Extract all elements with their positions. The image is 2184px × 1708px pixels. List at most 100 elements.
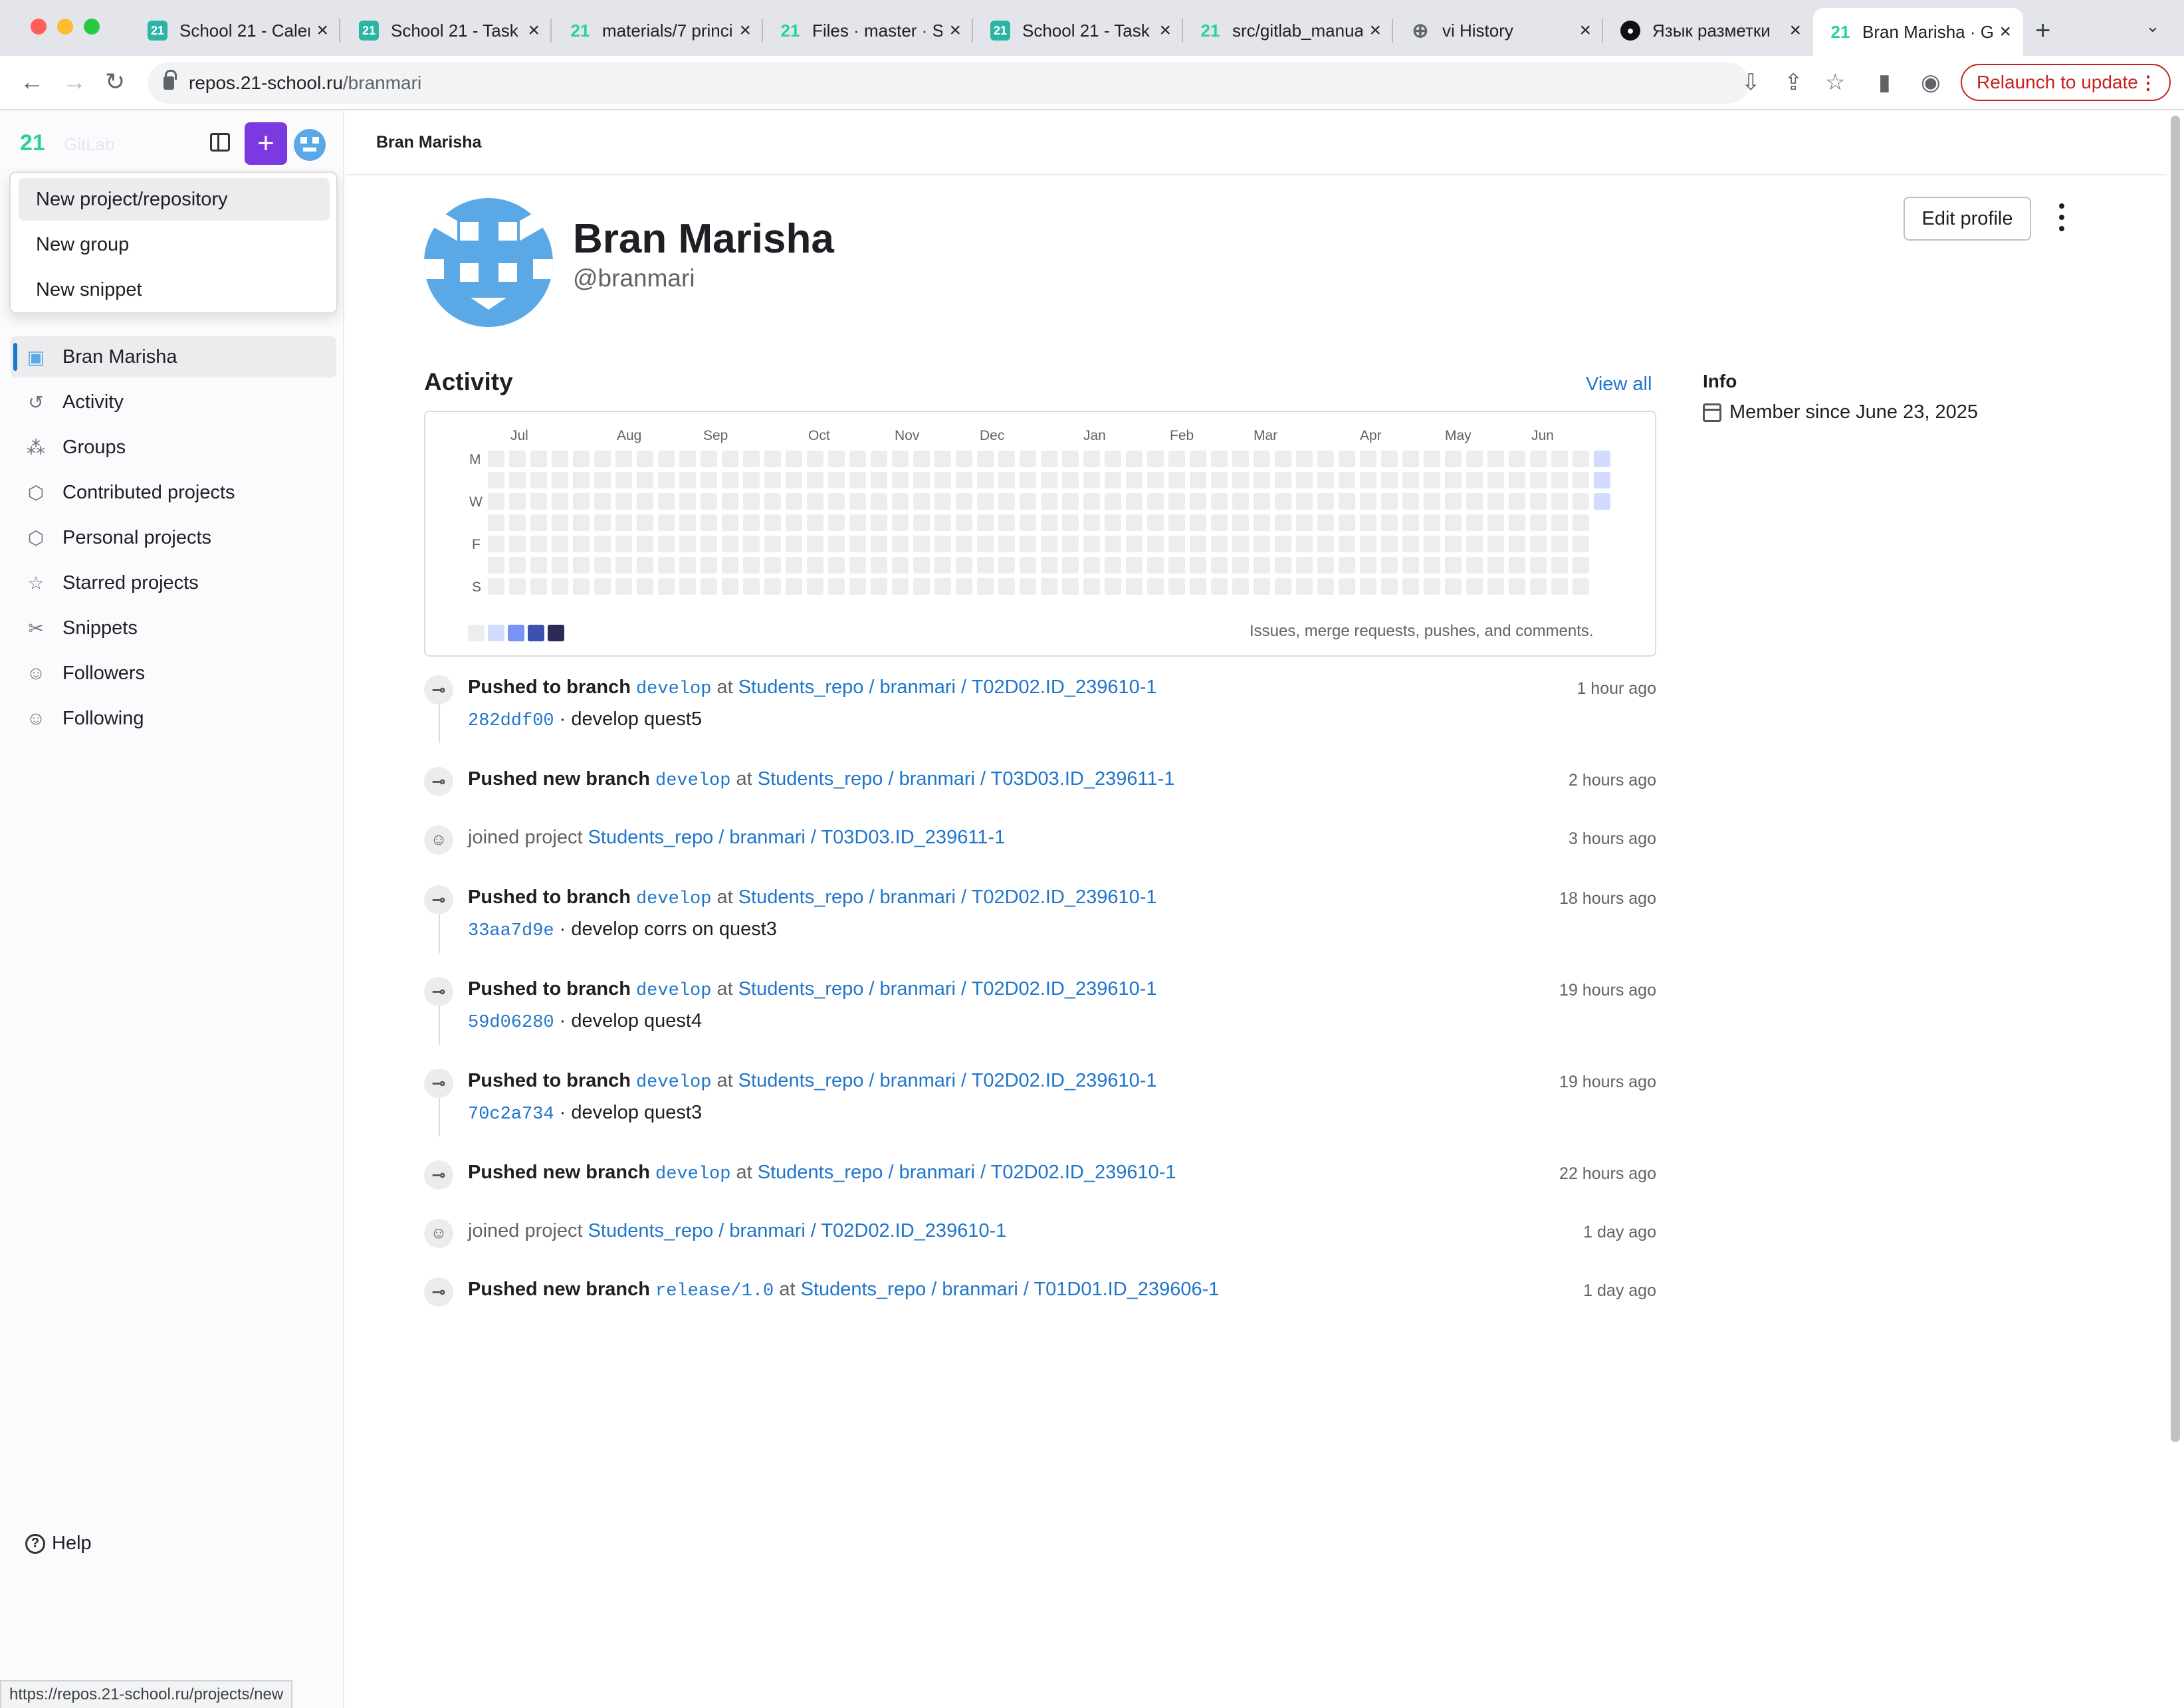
contribution-day[interactable]	[1445, 578, 1462, 595]
contribution-day[interactable]	[1573, 514, 1589, 531]
contribution-day[interactable]	[1317, 493, 1334, 510]
contribution-day[interactable]	[871, 578, 887, 595]
contribution-day[interactable]	[1402, 472, 1419, 488]
contribution-day[interactable]	[1339, 472, 1355, 488]
contribution-day[interactable]	[807, 578, 823, 595]
contribution-day[interactable]	[1062, 493, 1079, 510]
contribution-day[interactable]	[722, 472, 738, 488]
contribution-day[interactable]	[701, 472, 717, 488]
contribution-day[interactable]	[1275, 578, 1291, 595]
contribution-day[interactable]	[956, 557, 972, 574]
sidebar-item-following[interactable]: ☺ Following	[11, 698, 336, 739]
project-link[interactable]: Students_repo / branmari / T02D02.ID_239…	[738, 1070, 1157, 1091]
contribution-day[interactable]	[1020, 557, 1036, 574]
contribution-day[interactable]	[1466, 578, 1483, 595]
contribution-day[interactable]	[913, 493, 930, 510]
contribution-day[interactable]	[1254, 451, 1270, 467]
contribution-day[interactable]	[1551, 493, 1568, 510]
contribution-day[interactable]	[786, 493, 802, 510]
contribution-day[interactable]	[1168, 472, 1185, 488]
contribution-day[interactable]	[573, 451, 590, 467]
contribution-day[interactable]	[871, 451, 887, 467]
contribution-day[interactable]	[1062, 451, 1079, 467]
contribution-day[interactable]	[1211, 514, 1228, 531]
contribution-day[interactable]	[849, 578, 866, 595]
contribution-day[interactable]	[892, 493, 909, 510]
contribution-day[interactable]	[807, 493, 823, 510]
contribution-day[interactable]	[807, 472, 823, 488]
contribution-day[interactable]	[1487, 536, 1504, 552]
contribution-day[interactable]	[679, 536, 696, 552]
contribution-day[interactable]	[1147, 472, 1164, 488]
contribution-day[interactable]	[573, 557, 590, 574]
contribution-day[interactable]	[1402, 557, 1419, 574]
contribution-day[interactable]	[615, 493, 632, 510]
contribution-day[interactable]	[892, 472, 909, 488]
contribution-day[interactable]	[764, 557, 781, 574]
contribution-day[interactable]	[1445, 472, 1462, 488]
contribution-day[interactable]	[1360, 557, 1376, 574]
contribution-day[interactable]	[743, 578, 760, 595]
contribution-day[interactable]	[1551, 472, 1568, 488]
contribution-day[interactable]	[1296, 493, 1313, 510]
branch-link[interactable]: develop	[636, 889, 711, 909]
contribution-day[interactable]	[956, 493, 972, 510]
contribution-day[interactable]	[1211, 578, 1228, 595]
contribution-day[interactable]	[509, 514, 526, 531]
contribution-day[interactable]	[1147, 451, 1164, 467]
contribution-day[interactable]	[488, 557, 504, 574]
close-tab-icon[interactable]: ×	[528, 19, 540, 42]
contribution-day[interactable]	[1530, 451, 1547, 467]
contribution-day[interactable]	[1381, 514, 1398, 531]
contribution-day[interactable]	[722, 578, 738, 595]
contribution-day[interactable]	[1041, 472, 1057, 488]
contribution-day[interactable]	[658, 536, 675, 552]
contribution-day[interactable]	[1147, 536, 1164, 552]
contribution-day[interactable]	[1573, 578, 1589, 595]
contribution-day[interactable]	[956, 451, 972, 467]
contribution-day[interactable]	[1254, 536, 1270, 552]
contribution-day[interactable]	[1147, 578, 1164, 595]
contribution-day[interactable]	[1594, 451, 1610, 467]
contribution-day[interactable]	[1232, 472, 1249, 488]
contribution-day[interactable]	[934, 514, 951, 531]
contribution-day[interactable]	[530, 536, 547, 552]
contribution-day[interactable]	[849, 493, 866, 510]
project-link[interactable]: Students_repo / branmari / T02D02.ID_239…	[738, 677, 1157, 698]
contribution-day[interactable]	[701, 557, 717, 574]
contribution-day[interactable]	[1381, 451, 1398, 467]
contribution-day[interactable]	[1020, 451, 1036, 467]
contribution-day[interactable]	[1083, 557, 1100, 574]
branch-link[interactable]: develop	[636, 981, 711, 1001]
contribution-day[interactable]	[1339, 451, 1355, 467]
contribution-day[interactable]	[1232, 578, 1249, 595]
minimize-window-button[interactable]	[57, 19, 73, 35]
contribution-day[interactable]	[1402, 493, 1419, 510]
contribution-day[interactable]	[552, 451, 568, 467]
contribution-day[interactable]	[1126, 578, 1143, 595]
contribution-day[interactable]	[807, 557, 823, 574]
contribution-day[interactable]	[488, 578, 504, 595]
contribution-day[interactable]	[786, 578, 802, 595]
contribution-day[interactable]	[892, 557, 909, 574]
contribution-day[interactable]	[1551, 451, 1568, 467]
contribution-day[interactable]	[1530, 557, 1547, 574]
contribution-day[interactable]	[764, 578, 781, 595]
browser-tab[interactable]: 21 School 21 - Task ×	[973, 9, 1183, 52]
contribution-day[interactable]	[679, 493, 696, 510]
contribution-day[interactable]	[1551, 557, 1568, 574]
view-all-link[interactable]: View all	[1586, 374, 1652, 395]
contribution-day[interactable]	[1381, 472, 1398, 488]
contribution-day[interactable]	[1275, 536, 1291, 552]
contribution-day[interactable]	[764, 472, 781, 488]
contribution-day[interactable]	[1254, 493, 1270, 510]
contribution-day[interactable]	[679, 472, 696, 488]
contribution-day[interactable]	[743, 536, 760, 552]
contribution-day[interactable]	[1168, 536, 1185, 552]
contribution-day[interactable]	[594, 536, 611, 552]
contribution-day[interactable]	[743, 557, 760, 574]
contribution-day[interactable]	[1190, 514, 1206, 531]
contribution-day[interactable]	[658, 578, 675, 595]
browser-tab[interactable]: ● Язык разметки ×	[1603, 9, 1813, 52]
contribution-day[interactable]	[1466, 557, 1483, 574]
